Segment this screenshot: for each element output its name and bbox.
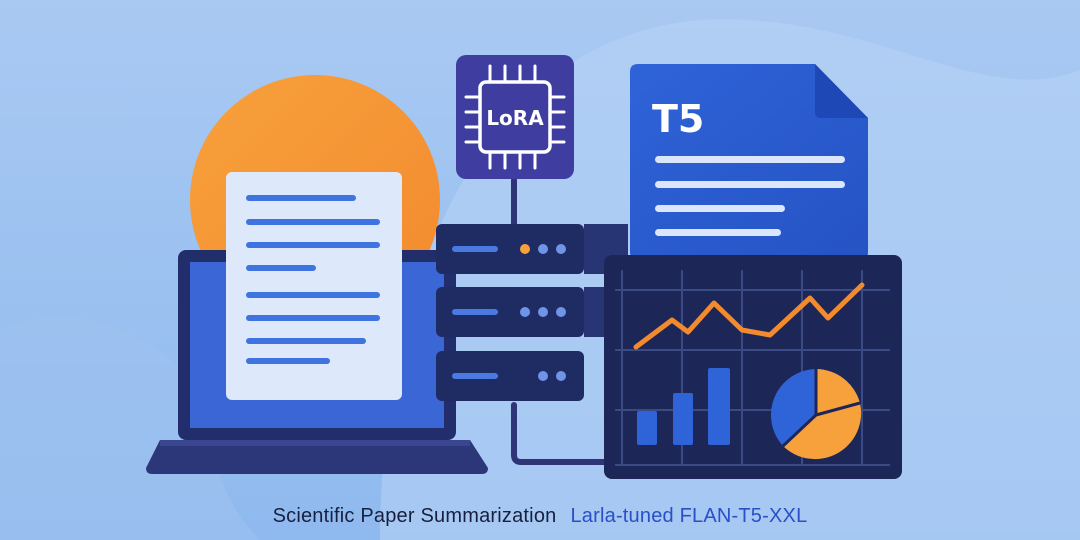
chip-icon: LoRA [456,55,574,179]
caption-title: Scientific Paper Summarization [272,505,557,527]
chip-label: LoRA [486,106,544,130]
illustration-canvas: LoRA T5 [0,0,1080,540]
caption-subtitle: Larla-tuned FLAN-T5-XXL [570,505,808,527]
caption: Scientific Paper Summarization Larla-tune… [0,505,1080,528]
t5-document-icon: T5 [630,64,868,260]
hero-illustration: LoRA T5 Scientific Paper Summarization L… [0,0,1080,540]
dashboard-icon [604,255,902,479]
pie-chart-icon [770,369,862,460]
document-icon [226,172,402,400]
document-label: T5 [652,97,704,141]
